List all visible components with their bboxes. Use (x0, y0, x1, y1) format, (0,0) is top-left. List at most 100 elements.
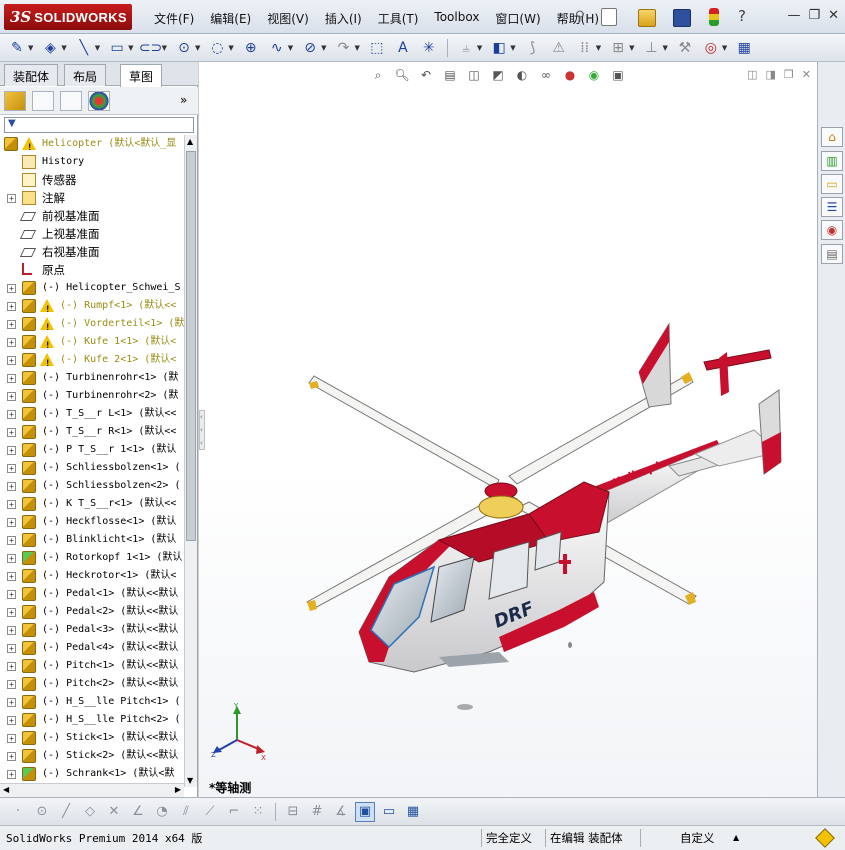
convert-entities-icon[interactable]: ◧ (488, 38, 510, 58)
tree-item[interactable]: + (-) T_S__r L<1> (默认<< (0, 405, 184, 423)
tree-item[interactable]: + (-) Kufe 1<1> (默认< (0, 333, 184, 355)
close-icon[interactable]: ✕ (828, 8, 839, 23)
circle-icon[interactable]: ⊙ (173, 38, 195, 58)
tree-item[interactable]: + (-) Pedal<4> (默认<<默认 (0, 639, 184, 657)
rebuild-icon[interactable] (709, 8, 719, 26)
tree-item[interactable]: + (-) Schrank<1> (默认<默 (0, 765, 184, 783)
wireframe-view-icon[interactable]: ▭ (379, 802, 399, 822)
menu-window[interactable]: 窗口(W) (487, 8, 548, 29)
expand-toggle-icon[interactable]: + (7, 572, 16, 581)
expand-toggle-icon[interactable]: + (7, 500, 16, 509)
spline-icon[interactable]: ∿ (266, 38, 288, 58)
units-selector[interactable]: 自定义 (676, 829, 719, 847)
expand-toggle-icon[interactable]: + (7, 626, 16, 635)
scroll-right-icon[interactable]: ▶ (175, 785, 181, 794)
tree-item[interactable]: + (-) H_S__lle Pitch<1> ( (0, 693, 184, 711)
custom-properties-icon[interactable]: ▤ (821, 244, 843, 264)
tree-item[interactable]: 传感器 (0, 171, 184, 189)
tree-item[interactable]: + (-) Pitch<2> (默认<<默认 (0, 675, 184, 693)
expand-toggle-icon[interactable]: + (7, 356, 16, 365)
expand-toggle-icon[interactable]: + (7, 410, 16, 419)
rapid-sketch-icon[interactable]: ▦ (733, 38, 755, 58)
tree-item[interactable]: + (-) H_S__lle Pitch<2> ( (0, 711, 184, 729)
linear-pattern-icon[interactable]: ⁞⁞ (574, 38, 596, 58)
tree-item[interactable]: + (-) Turbinenrohr<1> (默 (0, 369, 184, 387)
menu-toolbox[interactable]: Toolbox (426, 8, 487, 29)
point-icon[interactable]: ✳ (418, 38, 440, 58)
smart-dimension-icon[interactable]: ◈ (39, 38, 61, 58)
tab-assembly[interactable]: 装配体 (4, 64, 59, 86)
expand-toggle-icon[interactable]: + (7, 194, 16, 203)
perpendicular-icon[interactable]: ∠ (128, 802, 148, 822)
tangent-icon[interactable]: ◔ (152, 802, 172, 822)
horizontal-icon[interactable]: ⟋ (200, 802, 220, 822)
fillet-icon[interactable]: ↷ (333, 38, 355, 58)
mirror-icon[interactable]: ⚠ (548, 38, 570, 58)
design-library-icon[interactable]: ▥ (821, 151, 843, 171)
point-snap-icon[interactable]: · (8, 802, 28, 822)
tree-item[interactable]: + (-) Rumpf<1> (默认<< (0, 297, 184, 319)
configuration-manager-icon[interactable] (60, 91, 82, 111)
tree-item[interactable]: + (-) Helicopter_Schwei_S (0, 279, 184, 297)
expand-toggle-icon[interactable]: + (7, 320, 16, 329)
expand-toggle-icon[interactable]: + (7, 284, 16, 293)
pin-icon[interactable]: ⚲ (575, 9, 593, 27)
expand-toggle-icon[interactable]: + (7, 698, 16, 707)
tree-item[interactable]: + (-) P T_S__r 1<1> (默认 (0, 441, 184, 459)
tree-item[interactable]: + 注解 (0, 189, 184, 207)
solidworks-logo[interactable]: 3S SOLIDWORKS (4, 4, 132, 30)
expand-toggle-icon[interactable]: + (7, 536, 16, 545)
expand-toggle-icon[interactable]: + (7, 446, 16, 455)
feature-tree-icon[interactable] (4, 91, 26, 111)
menu-file[interactable]: 文件(F) (146, 8, 202, 29)
expand-toggle-icon[interactable]: + (7, 734, 16, 743)
angle-snap-icon[interactable]: ⁙ (248, 802, 268, 822)
tree-item[interactable]: + (-) Schliessbolzen<2> ( (0, 477, 184, 495)
intersection-icon[interactable]: ✕ (104, 802, 124, 822)
shaded-view-icon[interactable]: ▣ (355, 801, 375, 822)
helicopter-model[interactable]: Helicopter DRF (199, 62, 817, 797)
text-icon[interactable]: A (392, 38, 414, 58)
tree-item[interactable]: + (-) Turbinenrohr<2> (默 (0, 387, 184, 405)
tree-item[interactable]: + (-) Pedal<3> (默认<<默认 (0, 621, 184, 639)
expand-toggle-icon[interactable]: + (7, 482, 16, 491)
tree-item[interactable]: 前视基准面 (0, 207, 184, 225)
view-palette-icon[interactable]: ☰ (821, 197, 843, 217)
tree-item[interactable]: + (-) Pedal<2> (默认<<默认 (0, 603, 184, 621)
tree-item[interactable]: + (-) Stick<1> (默认<<默认 (0, 729, 184, 747)
expand-toggle-icon[interactable]: + (7, 518, 16, 527)
expand-toggle-icon[interactable]: + (7, 662, 16, 671)
sketch-icon[interactable]: ✎ (6, 38, 28, 58)
tag-icon[interactable] (815, 828, 835, 848)
expand-toggle-icon[interactable]: + (7, 608, 16, 617)
grid-snap-icon[interactable]: ⌐ (224, 802, 244, 822)
grid-icon[interactable]: # (307, 802, 327, 822)
menu-edit[interactable]: 编辑(E) (202, 8, 259, 29)
minimize-icon[interactable]: — (787, 8, 800, 23)
scroll-thumb[interactable] (186, 151, 196, 541)
display-relations-icon[interactable]: ⊥ (640, 38, 662, 58)
help-icon[interactable]: ? (738, 7, 756, 25)
menu-view[interactable]: 视图(V) (259, 8, 317, 29)
tree-item[interactable]: 上视基准面 (0, 225, 184, 243)
polygon-icon[interactable]: ⊕ (240, 38, 262, 58)
scroll-up-icon[interactable]: ▲ (187, 137, 193, 146)
quadrant-icon[interactable]: ◇ (80, 802, 100, 822)
expand-toggle-icon[interactable]: + (7, 554, 16, 563)
expand-toggle-icon[interactable]: + (7, 374, 16, 383)
expand-toggle-icon[interactable]: + (7, 464, 16, 473)
tree-item[interactable]: + (-) Kufe 2<1> (默认< (0, 351, 184, 373)
tree-item[interactable]: + (-) Heckrotor<1> (默认< (0, 567, 184, 585)
tree-item[interactable]: 原点 (0, 261, 184, 279)
tree-item[interactable]: History (0, 153, 184, 171)
rectangle-icon[interactable]: ▭ (106, 38, 128, 58)
tree-item[interactable]: + (-) T_S__r R<1> (默认<< (0, 423, 184, 441)
expand-toggle-icon[interactable]: + (7, 752, 16, 761)
tree-vertical-scrollbar[interactable]: ▲ ▼ (184, 135, 197, 787)
tree-item[interactable]: + (-) K T_S__r<1> (默认<< (0, 495, 184, 513)
tree-item[interactable]: Helicopter (默认<默认_显 (0, 135, 184, 157)
line-snap-icon[interactable]: ╱ (56, 802, 76, 822)
offset-icon[interactable]: ⟆ (522, 38, 544, 58)
tree-item[interactable]: + (-) Pitch<1> (默认<<默认 (0, 657, 184, 675)
ellipse-icon[interactable]: ⊘ (299, 38, 321, 58)
